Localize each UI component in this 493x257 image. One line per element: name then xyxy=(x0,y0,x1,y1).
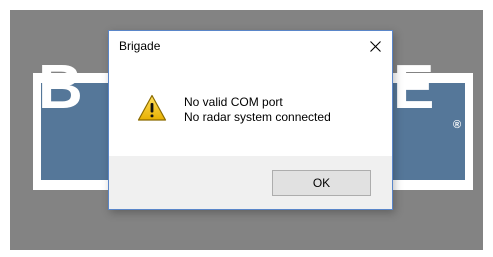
dialog-message: No valid COM port No radar system connec… xyxy=(184,95,331,125)
warning-icon xyxy=(137,94,167,121)
message-line: No valid COM port xyxy=(184,95,283,109)
message-dialog: Brigade No valid COM port No radar syste… xyxy=(108,30,393,210)
ok-button[interactable]: OK xyxy=(272,170,371,196)
logo-letters-right: E xyxy=(393,53,435,122)
close-icon xyxy=(369,40,381,52)
registered-mark: ® xyxy=(453,119,462,131)
logo-letters-left: B xyxy=(38,53,83,122)
close-button[interactable] xyxy=(358,31,392,61)
dialog-title-bar[interactable]: Brigade xyxy=(109,31,392,61)
dialog-footer: OK xyxy=(109,156,392,209)
dialog-content: No valid COM port No radar system connec… xyxy=(109,61,392,156)
dialog-title: Brigade xyxy=(119,39,161,53)
message-line: No radar system connected xyxy=(184,110,331,124)
